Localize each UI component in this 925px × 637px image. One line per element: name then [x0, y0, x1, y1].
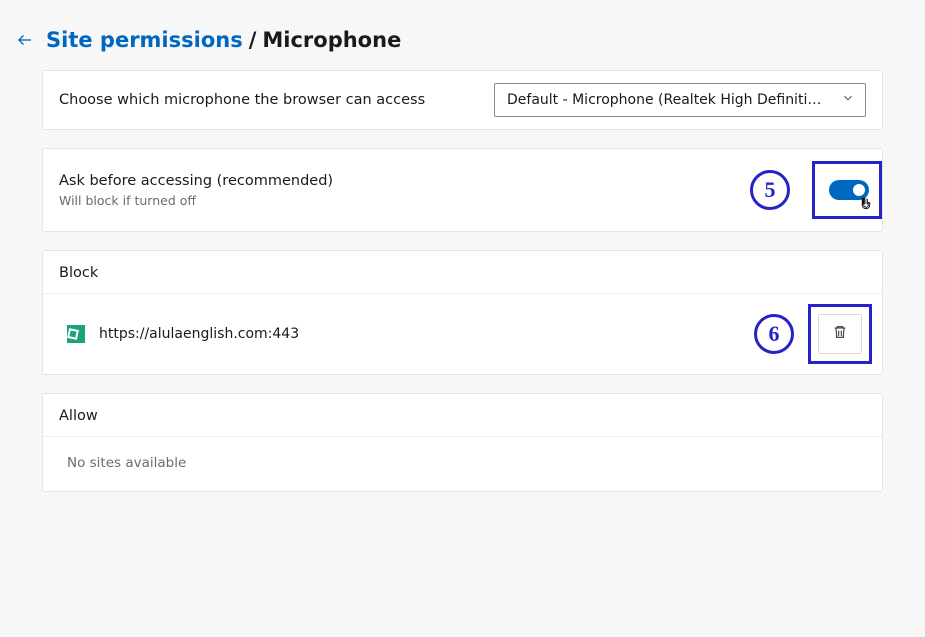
microphone-select-dropdown[interactable]: Default - Microphone (Realtek High Defin… — [494, 83, 866, 117]
annotation-highlight-6 — [808, 304, 872, 364]
ask-toggle-sublabel: Will block if turned off — [59, 193, 333, 208]
block-section-title: Block — [43, 251, 882, 294]
annotation-highlight-5 — [812, 161, 882, 219]
allow-section-card: Allow No sites available — [42, 393, 883, 492]
breadcrumb-current: Microphone — [262, 28, 401, 52]
breadcrumb: Site permissions / Microphone — [46, 28, 401, 52]
block-section-card: Block https://alulaenglish.com:443 6 — [42, 250, 883, 375]
breadcrumb-separator: / — [249, 28, 257, 52]
ask-toggle-switch[interactable] — [829, 180, 869, 200]
microphone-select-value: Default - Microphone (Realtek High Defin… — [507, 92, 827, 108]
microphone-select-label: Choose which microphone the browser can … — [59, 92, 425, 108]
back-arrow-icon[interactable] — [16, 31, 34, 49]
allow-section-title: Allow — [43, 394, 882, 437]
chevron-down-icon — [841, 91, 855, 109]
breadcrumb-parent-link[interactable]: Site permissions — [46, 28, 243, 52]
trash-icon — [832, 324, 848, 344]
delete-blocked-site-button[interactable] — [818, 314, 862, 354]
annotation-number-6: 6 — [754, 314, 794, 354]
annotation-number-5: 5 — [750, 170, 790, 210]
microphone-select-card: Choose which microphone the browser can … — [42, 70, 883, 130]
ask-before-accessing-card: Ask before accessing (recommended) Will … — [42, 148, 883, 232]
ask-toggle-label: Ask before accessing (recommended) — [59, 173, 333, 189]
allow-empty-text: No sites available — [43, 437, 882, 491]
blocked-site-row: https://alulaenglish.com:443 6 — [43, 294, 882, 374]
site-favicon-icon — [67, 325, 85, 343]
blocked-site-url[interactable]: https://alulaenglish.com:443 — [99, 326, 740, 342]
page-header: Site permissions / Microphone — [0, 0, 925, 70]
